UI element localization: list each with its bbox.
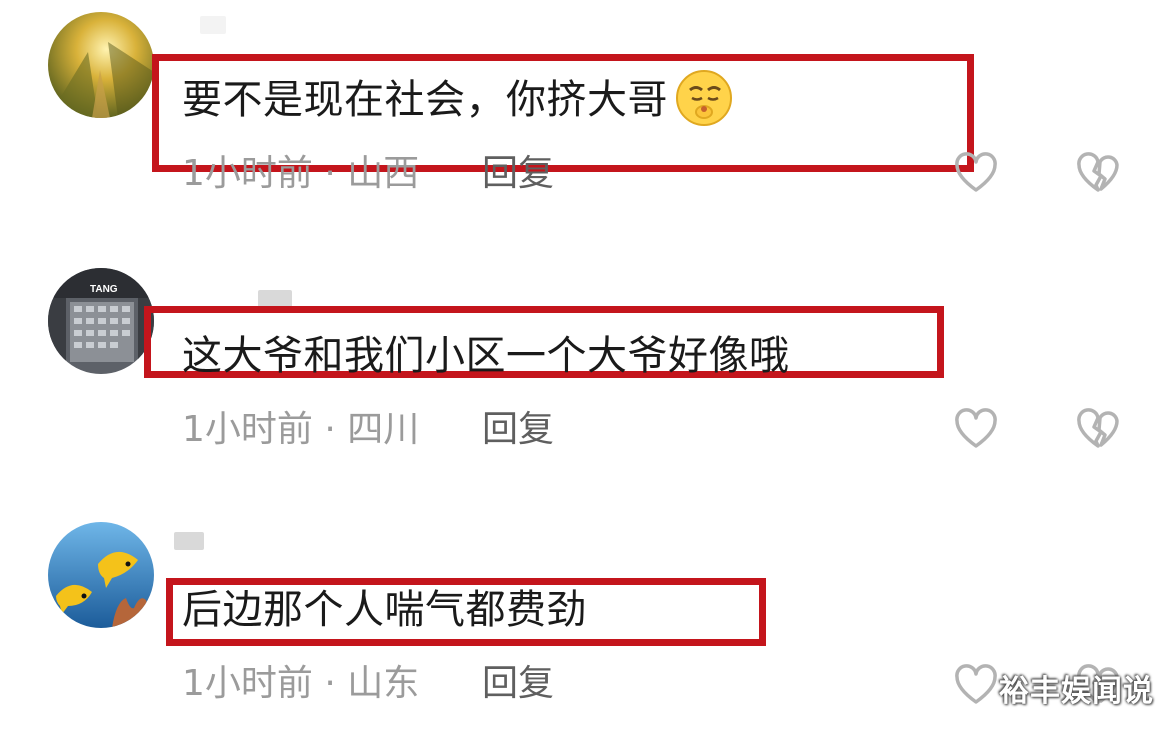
reply-button[interactable]: 回复 [482,662,554,706]
comment-time: 1小时前 [182,663,313,704]
comment-location: 四川 [347,409,420,450]
heart-outline-icon[interactable] [954,152,998,196]
heart-outline-icon[interactable] [954,664,998,708]
watermark-text: 裕丰娱闻说 [999,674,1154,709]
comment-item-2: TANG 这大爷和我们小区一个大爷好像哦 1小时前 · 四川 回复 [0,240,1170,500]
username-blurred [174,532,204,550]
reply-button[interactable]: 回复 [482,408,554,452]
meta-separator: · [324,153,336,194]
avatar-fish-image [48,522,154,628]
avatar[interactable]: TANG [48,268,154,374]
avatar[interactable] [48,12,154,118]
reply-button[interactable]: 回复 [482,152,554,196]
svg-text:TANG: TANG [90,284,118,295]
comment-item-1: 要不是现在社会，你挤大哥 1小时前 · 山西 回复 [0,0,1170,240]
broken-heart-icon[interactable] [1076,408,1120,452]
avatar[interactable] [48,522,154,628]
heart-outline-icon[interactable] [954,408,998,452]
comment-location: 山西 [347,153,420,194]
comment-time: 1小时前 [182,153,313,194]
comment-text: 这大爷和我们小区一个大爷好像哦 [182,333,790,379]
avatar-store-image: TANG [48,268,154,374]
avatar-forest-image [48,12,154,118]
comment-time: 1小时前 [182,409,313,450]
comment-meta: 1小时前 · 四川 [182,408,419,452]
meta-separator: · [324,409,336,450]
username-blurred [200,16,226,34]
comment-location: 山东 [347,663,420,704]
comment-text: 后边那个人喘气都费劲 [182,587,587,633]
comment-text: 要不是现在社会，你挤大哥 [182,70,734,128]
comment-meta: 1小时前 · 山西 [182,152,419,196]
broken-heart-icon[interactable] [1076,152,1120,196]
meta-separator: · [324,663,336,704]
comment-item-3: 后边那个人喘气都费劲 1小时前 · 山东 回复 [0,500,1170,730]
comment-meta: 1小时前 · 山东 [182,662,419,706]
shushing-face-emoji-icon [674,68,734,128]
